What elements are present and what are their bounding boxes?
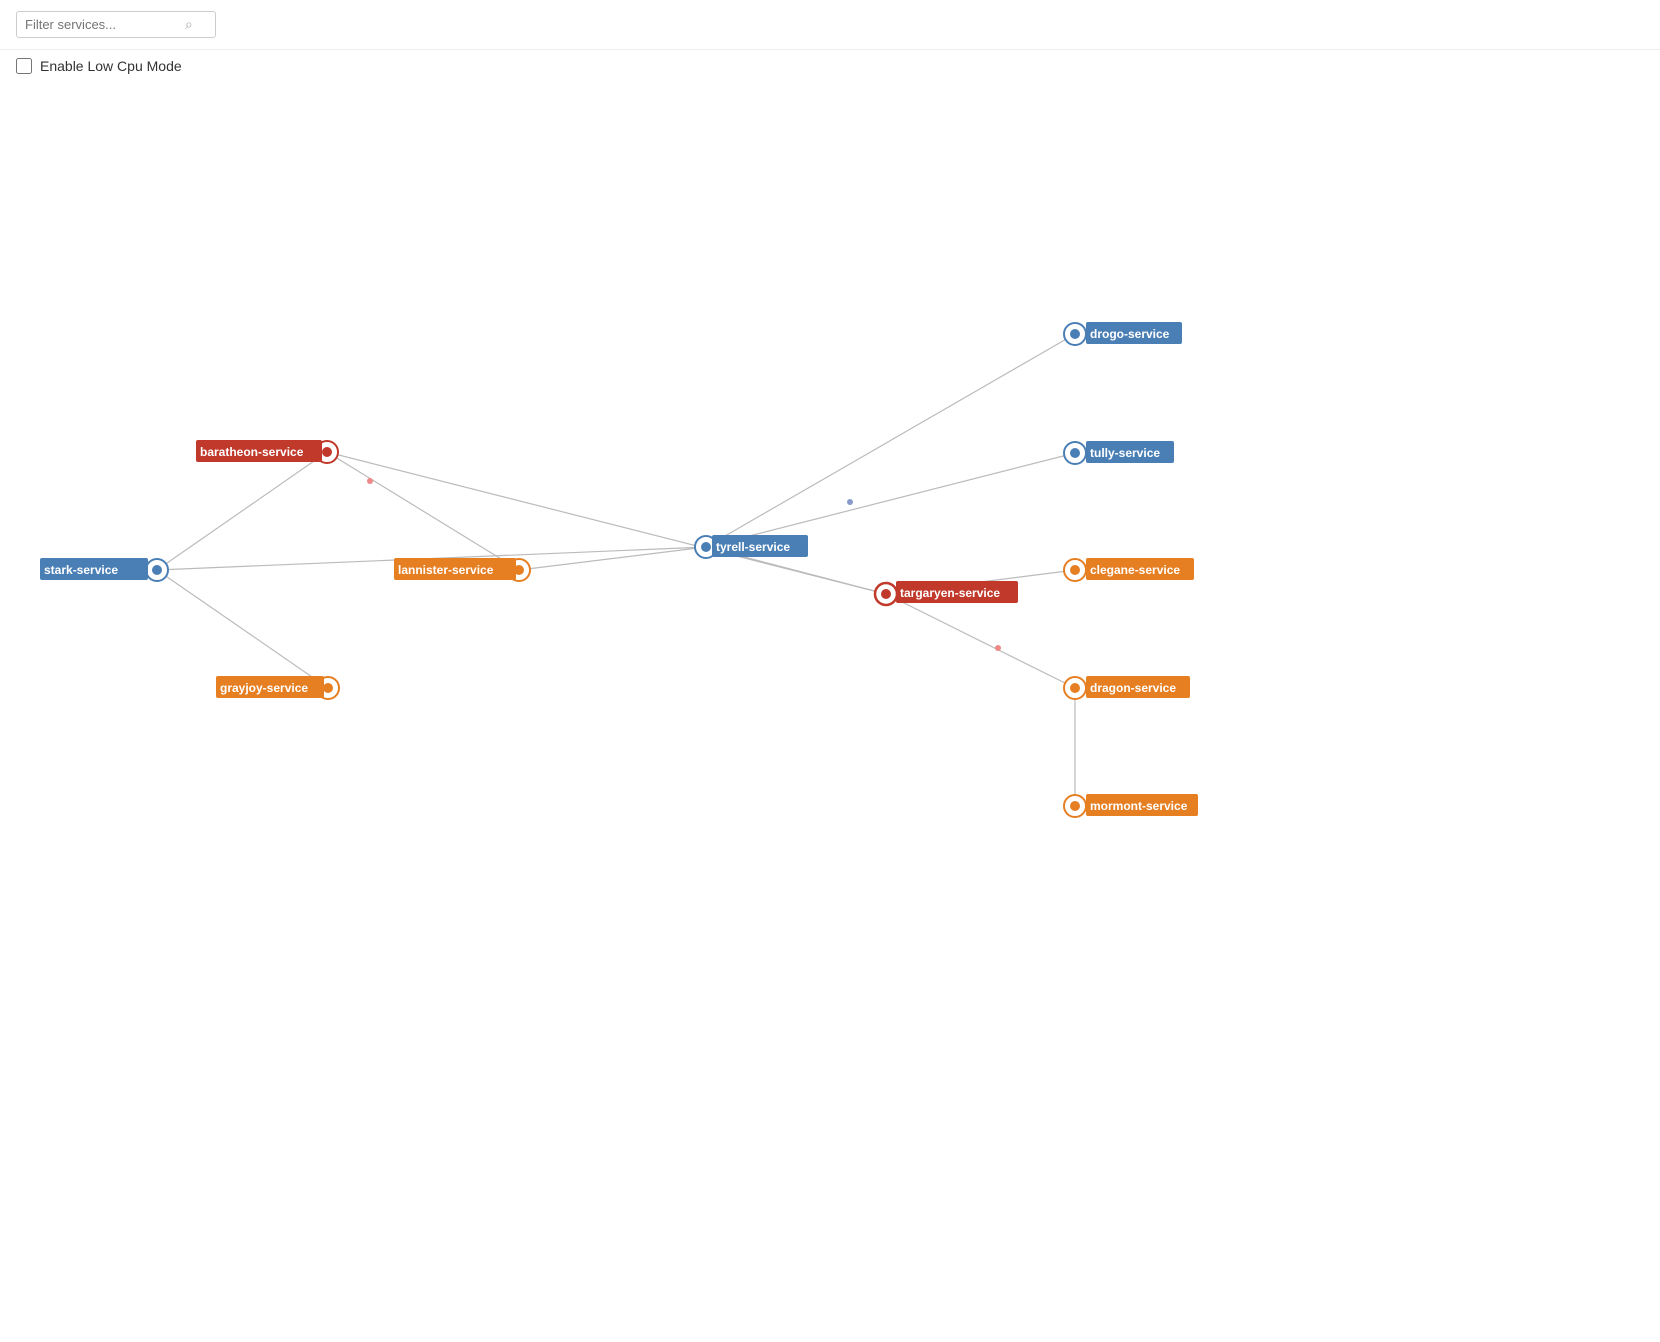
- label-tyrell-service: tyrell-service: [716, 540, 790, 554]
- checkbox-area: Enable Low Cpu Mode: [16, 58, 182, 74]
- node-mormont-inner: [1070, 801, 1080, 811]
- search-input[interactable]: [25, 17, 185, 32]
- label-tully-service: tully-service: [1090, 446, 1160, 460]
- edge-dot-1: [367, 478, 373, 484]
- label-lannister-service: lannister-service: [398, 563, 494, 577]
- low-cpu-checkbox[interactable]: [16, 58, 32, 74]
- label-targaryen-service: targaryen-service: [900, 586, 1000, 600]
- label-dragon-service: dragon-service: [1090, 681, 1176, 695]
- node-grayjoy-inner: [323, 683, 333, 693]
- edge-tyrell-tully: [706, 453, 1075, 547]
- label-stark-service: stark-service: [44, 563, 118, 577]
- node-targaryen-inner: [881, 589, 891, 599]
- node-tyrell-inner: [701, 542, 711, 552]
- node-baratheon-inner: [322, 447, 332, 457]
- low-cpu-label[interactable]: Enable Low Cpu Mode: [40, 58, 182, 74]
- node-stark-inner: [152, 565, 162, 575]
- label-drogo-service: drogo-service: [1090, 327, 1170, 341]
- search-container: ⌕: [16, 11, 216, 38]
- top-bar: ⌕: [0, 0, 1660, 50]
- edge-dot-tyrell-tully: [847, 499, 853, 505]
- label-grayjoy-service: grayjoy-service: [220, 681, 308, 695]
- edge-stark-grayjoy: [157, 570, 328, 688]
- edge-tyrell-drogo: [706, 334, 1075, 547]
- node-drogo-inner: [1070, 329, 1080, 339]
- edge-dot-targaryen-dragon: [995, 645, 1001, 651]
- label-baratheon-service: baratheon-service: [200, 445, 304, 459]
- node-clegane-inner: [1070, 565, 1080, 575]
- node-tully-inner: [1070, 448, 1080, 458]
- edge-baratheon-lannister: [327, 452, 519, 570]
- edge-targaryen-dragon: [886, 594, 1075, 688]
- edge-stark-baratheon: [157, 452, 327, 570]
- search-icon: ⌕: [185, 16, 193, 33]
- node-dragon-inner: [1070, 683, 1080, 693]
- graph-area: stark-service baratheon-service lanniste…: [0, 0, 1660, 1342]
- label-mormont-service: mormont-service: [1090, 799, 1188, 813]
- label-clegane-service: clegane-service: [1090, 563, 1180, 577]
